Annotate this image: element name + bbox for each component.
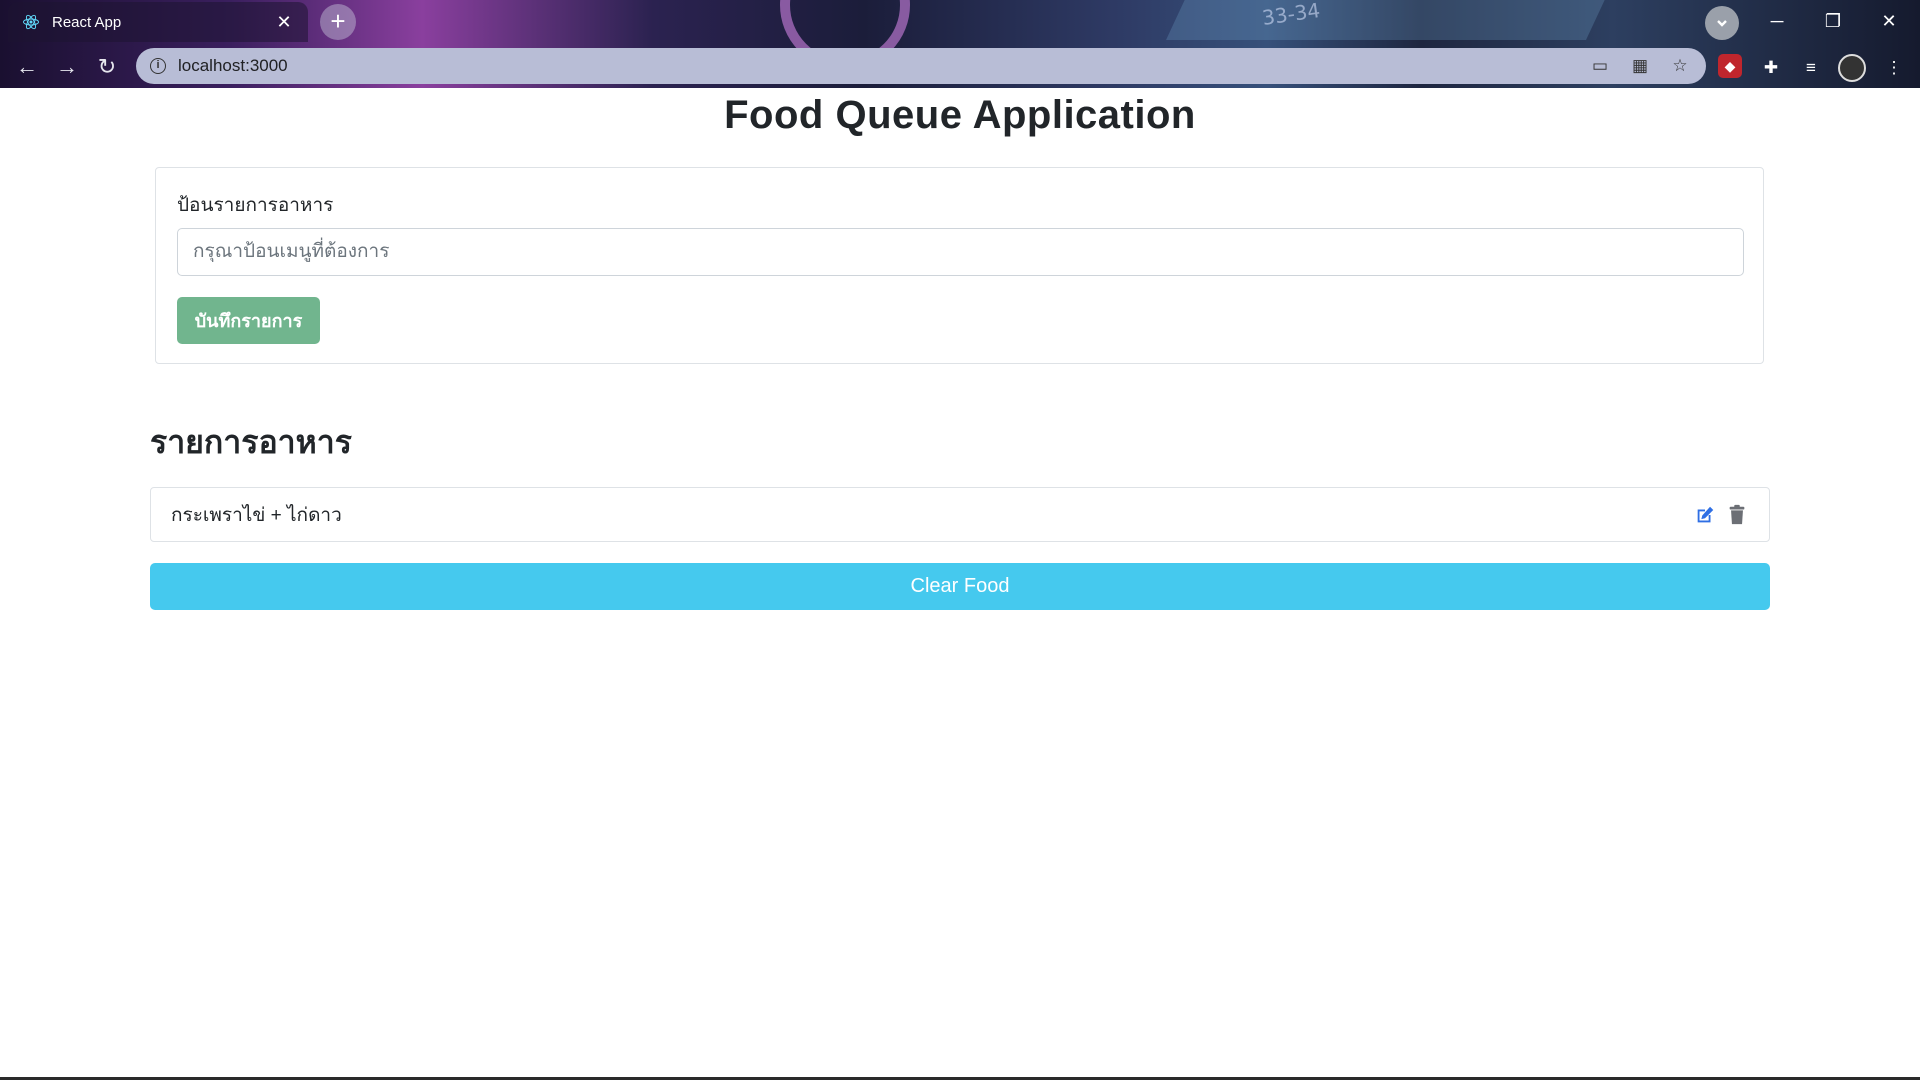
media-queue-icon[interactable]: ≡ [1797, 54, 1825, 82]
close-window-button[interactable]: ✕ [1866, 6, 1912, 36]
extension-icon[interactable]: ◆ [1718, 54, 1742, 78]
minimize-button[interactable]: ─ [1754, 6, 1800, 36]
site-info-icon[interactable]: i [150, 58, 166, 74]
forward-button[interactable]: → [52, 52, 82, 82]
restore-button[interactable]: ❐ [1810, 6, 1856, 36]
browser-toolbar: ← → ↻ i localhost:3000 ▭ ▦ ☆ ◆ ✚ ≡ ⋮ [0, 46, 1920, 88]
back-button[interactable]: ← [12, 52, 42, 82]
chevron-down-icon [1717, 20, 1727, 27]
edit-icon[interactable] [1693, 503, 1717, 527]
food-list: กระเพราไข่ + ไก่ดาว [150, 487, 1770, 542]
item-actions [1693, 503, 1749, 527]
bookmark-star-icon[interactable]: ☆ [1666, 52, 1694, 80]
url-text[interactable]: localhost:3000 [178, 56, 1586, 76]
cast-icon[interactable]: ▭ [1586, 52, 1614, 80]
food-input-label: ป้อนรายการอาหาร [177, 195, 334, 216]
wallpaper-panel [1166, 0, 1614, 40]
address-bar[interactable]: i localhost:3000 ▭ ▦ ☆ [136, 48, 1706, 84]
save-food-button[interactable]: บันทึกรายการ [177, 297, 320, 344]
food-list-heading: รายการอาหาร [150, 424, 352, 460]
profile-avatar[interactable] [1838, 54, 1866, 82]
clear-food-button[interactable]: Clear Food [150, 563, 1770, 610]
page-content: Food Queue Application ป้อนรายการอาหาร บ… [0, 88, 1920, 1078]
browser-chrome: 33-34 React App ✕ + ─ ❐ ✕ ← → ↻ i localh… [0, 0, 1920, 88]
react-logo-icon [23, 14, 39, 30]
food-input[interactable] [177, 228, 1744, 276]
tab-close-icon[interactable]: ✕ [274, 12, 294, 33]
qr-code-icon[interactable]: ▦ [1626, 52, 1654, 80]
new-tab-button[interactable]: + [320, 4, 356, 40]
reload-button[interactable]: ↻ [92, 52, 122, 82]
list-item: กระเพราไข่ + ไก่ดาว [150, 487, 1770, 542]
trash-icon[interactable] [1725, 503, 1749, 527]
food-form-card: ป้อนรายการอาหาร บันทึกรายการ [155, 167, 1764, 364]
tab-title: React App [52, 13, 122, 31]
page-title: Food Queue Application [724, 93, 1196, 137]
browser-menu-icon[interactable]: ⋮ [1880, 54, 1908, 82]
tab-search-button[interactable] [1705, 6, 1739, 40]
extensions-puzzle-icon[interactable]: ✚ [1757, 54, 1785, 82]
browser-tab[interactable]: React App ✕ [8, 2, 308, 42]
food-item-text: กระเพราไข่ + ไก่ดาว [171, 504, 342, 526]
